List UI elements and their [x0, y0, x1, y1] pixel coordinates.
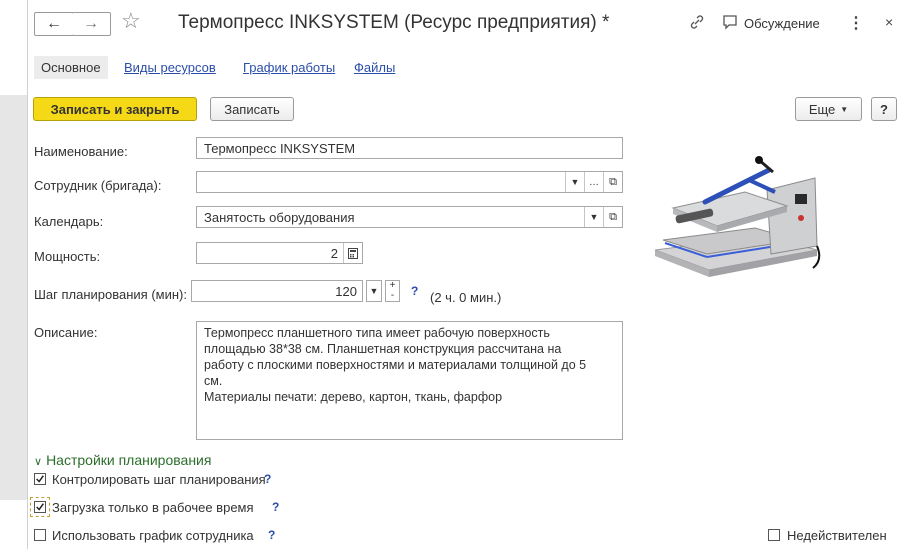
more-label: Еще — [808, 101, 836, 117]
arrow-right-icon: → — [83, 15, 99, 32]
back-button[interactable]: ← — [34, 12, 74, 36]
planning-step-dropdown[interactable]: ▼ — [366, 280, 382, 302]
calendar-field[interactable]: Занятость оборудования ▼ ⧉ — [196, 206, 623, 228]
star-icon[interactable]: ☆ — [121, 8, 141, 34]
description-line: Термопресс планшетного типа имеет рабочу… — [204, 326, 550, 340]
name-field[interactable]: Термопресс INKSYSTEM — [196, 137, 623, 159]
help-button[interactable]: ? — [871, 97, 897, 121]
decrement-icon[interactable]: - — [391, 291, 394, 301]
working-time-help[interactable]: ? — [272, 500, 279, 514]
dropdown-arrow-icon[interactable]: ▼ — [565, 172, 584, 192]
save-button[interactable]: Записать — [210, 97, 294, 121]
planning-step-value: 120 — [335, 283, 357, 299]
planning-step-help[interactable]: ? — [411, 284, 418, 298]
employee-schedule-help[interactable]: ? — [268, 528, 275, 542]
planning-settings-toggle[interactable]: ∨ Настройки планирования — [34, 452, 211, 468]
name-value: Термопресс INKSYSTEM — [204, 140, 356, 156]
calendar-value: Занятость оборудования — [204, 209, 355, 225]
planning-step-stepper[interactable]: + - — [385, 280, 400, 302]
calendar-label: Календарь: — [34, 214, 104, 229]
description-textarea[interactable]: Термопресс планшетного типа имеет рабочу… — [196, 321, 623, 440]
power-label: Мощность: — [34, 249, 101, 264]
tab-main[interactable]: Основное — [34, 56, 108, 79]
power-value: 2 — [330, 245, 338, 261]
open-form-icon[interactable]: ⧉ — [603, 172, 622, 192]
dropdown-arrow-icon: ▼ — [369, 286, 379, 296]
calculator-icon[interactable] — [343, 243, 362, 263]
link-icon[interactable] — [689, 14, 705, 33]
chevron-down-icon: ∨ — [34, 456, 43, 468]
description-label: Описание: — [34, 325, 98, 340]
control-step-label: Контролировать шаг планирования — [52, 472, 266, 487]
name-label: Наименование: — [34, 144, 128, 159]
planning-step-hint: (2 ч. 0 мин.) — [430, 290, 502, 305]
control-step-help[interactable]: ? — [264, 472, 271, 486]
inactive-checkbox[interactable] — [768, 529, 780, 541]
close-icon[interactable]: × — [885, 14, 893, 30]
working-time-checkbox[interactable] — [34, 501, 46, 513]
employee-schedule-checkbox[interactable] — [34, 529, 46, 541]
save-and-close-button[interactable]: Записать и закрыть — [33, 97, 197, 121]
description-line: работу с плоскими поверхностями и матери… — [204, 358, 587, 372]
open-form-icon[interactable]: ⧉ — [603, 207, 622, 227]
tab-work-schedule[interactable]: График работы — [243, 60, 335, 75]
chevron-down-icon: ▼ — [840, 104, 849, 114]
planning-step-field[interactable]: 120 — [191, 280, 363, 302]
vertical-dots-icon[interactable]: ⋮ — [848, 13, 864, 33]
speech-bubble-icon[interactable] — [722, 14, 738, 33]
description-line: Материалы печати: дерево, картон, ткань,… — [204, 390, 503, 404]
employee-schedule-label: Использовать график сотрудника — [52, 528, 254, 543]
tab-files[interactable]: Файлы — [354, 60, 395, 75]
control-step-checkbox[interactable] — [34, 473, 46, 485]
left-panel-background — [0, 95, 27, 500]
dropdown-arrow-icon[interactable]: ▼ — [584, 207, 603, 227]
discussion-button[interactable]: Обсуждение — [744, 16, 820, 31]
more-button[interactable]: Еще ▼ — [795, 97, 862, 121]
form-window: ← → ☆ Термопресс INKSYSTEM (Ресурс предп… — [27, 0, 910, 549]
inactive-label: Недействителен — [787, 528, 887, 543]
power-field[interactable]: 2 — [196, 242, 363, 264]
heat-press-image — [645, 150, 825, 285]
employee-label: Сотрудник (бригада): — [34, 178, 162, 193]
description-line: см. — [204, 374, 223, 388]
arrow-left-icon: ← — [46, 15, 62, 32]
employee-field[interactable]: ▼ … ⧉ — [196, 171, 623, 193]
planning-settings-label: Настройки планирования — [46, 452, 212, 468]
description-line: площадью 38*38 см. Планшетная конструкци… — [204, 342, 562, 356]
checkmark-icon — [36, 475, 44, 483]
tab-resource-types[interactable]: Виды ресурсов — [124, 60, 216, 75]
select-ellipsis-icon[interactable]: … — [584, 172, 603, 192]
working-time-label: Загрузка только в рабочее время — [52, 500, 254, 515]
window-title: Термопресс INKSYSTEM (Ресурс предприятия… — [178, 12, 610, 33]
forward-button[interactable]: → — [72, 12, 111, 36]
planning-step-label: Шаг планирования (мин): — [34, 287, 187, 302]
checkmark-icon — [36, 503, 44, 511]
